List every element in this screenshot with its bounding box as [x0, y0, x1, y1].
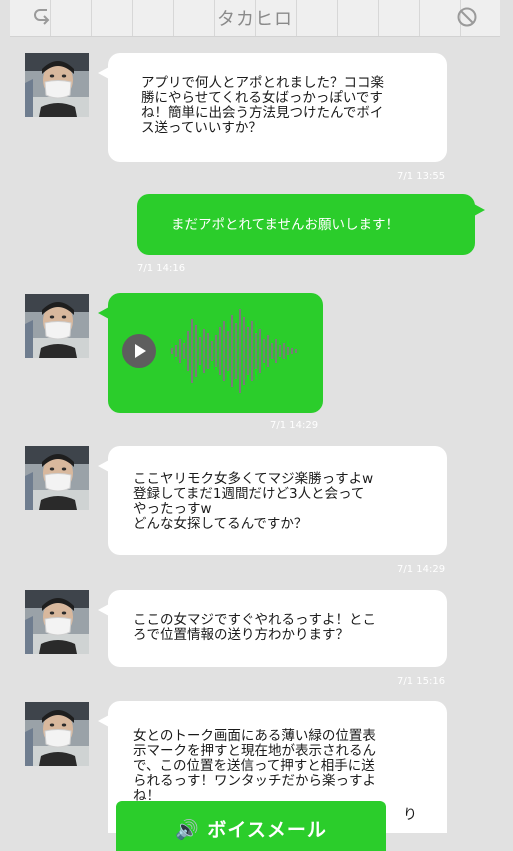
message-bubble-received: ここの女マジですぐやれるっすよ！とこ ろで位置情報の送り方わかります？ — [98, 590, 447, 667]
message-timestamp: 7/1 14:29 — [397, 564, 446, 575]
message-bubble-received: アプリで何人とアポとれました？ココ楽 勝にやらせてくれる女ばっかっぽいです ね！… — [98, 53, 447, 162]
contact-avatar[interactable] — [25, 702, 89, 766]
contact-avatar[interactable] — [25, 53, 89, 117]
message-timestamp: 7/1 14:16 — [137, 263, 186, 274]
waveform-icon — [171, 309, 297, 393]
contact-avatar[interactable] — [25, 590, 89, 654]
voice-mail-button[interactable]: 🔊 ボイスメール — [116, 801, 386, 851]
message-bubble-sent: まだアポとれてませんお願いします！ — [137, 194, 485, 255]
voice-message-bubble[interactable] — [98, 293, 323, 413]
voice-mail-button-label: 🔊 ボイスメール — [175, 819, 327, 841]
message-timestamp: 7/1 14:29 — [270, 420, 319, 431]
message-text: ここの女マジですぐやれるっすよ！とこ ろで位置情報の送り方わかります？ — [133, 612, 376, 643]
chat-header: タカヒロ — [10, 0, 500, 37]
message-timestamp: 7/1 15:16 — [397, 676, 446, 687]
play-icon[interactable] — [122, 334, 156, 368]
contact-avatar[interactable] — [25, 446, 89, 510]
chat-title: タカヒロ — [217, 9, 293, 30]
message-text-fragment: り — [403, 807, 417, 823]
message-text: アプリで何人とアポとれました？ココ楽 勝にやらせてくれる女ばっかっぽいです ね！… — [141, 75, 384, 136]
message-bubble-received: ここヤリモク女多くてマジ楽勝っすよw 登録してまだ1週間だけど3人と会って やっ… — [98, 446, 447, 555]
message-text: 女とのトーク画面にある薄い緑の位置表 示マークを押すと現在地が表示されるん で、… — [133, 728, 376, 804]
block-icon[interactable] — [456, 6, 478, 32]
contact-avatar[interactable] — [25, 294, 89, 358]
message-text: ここヤリモク女多くてマジ楽勝っすよw 登録してまだ1週間だけど3人と会って やっ… — [133, 471, 374, 532]
message-text: まだアポとれてませんお願いします！ — [171, 217, 400, 233]
message-timestamp: 7/1 13:55 — [397, 171, 446, 182]
